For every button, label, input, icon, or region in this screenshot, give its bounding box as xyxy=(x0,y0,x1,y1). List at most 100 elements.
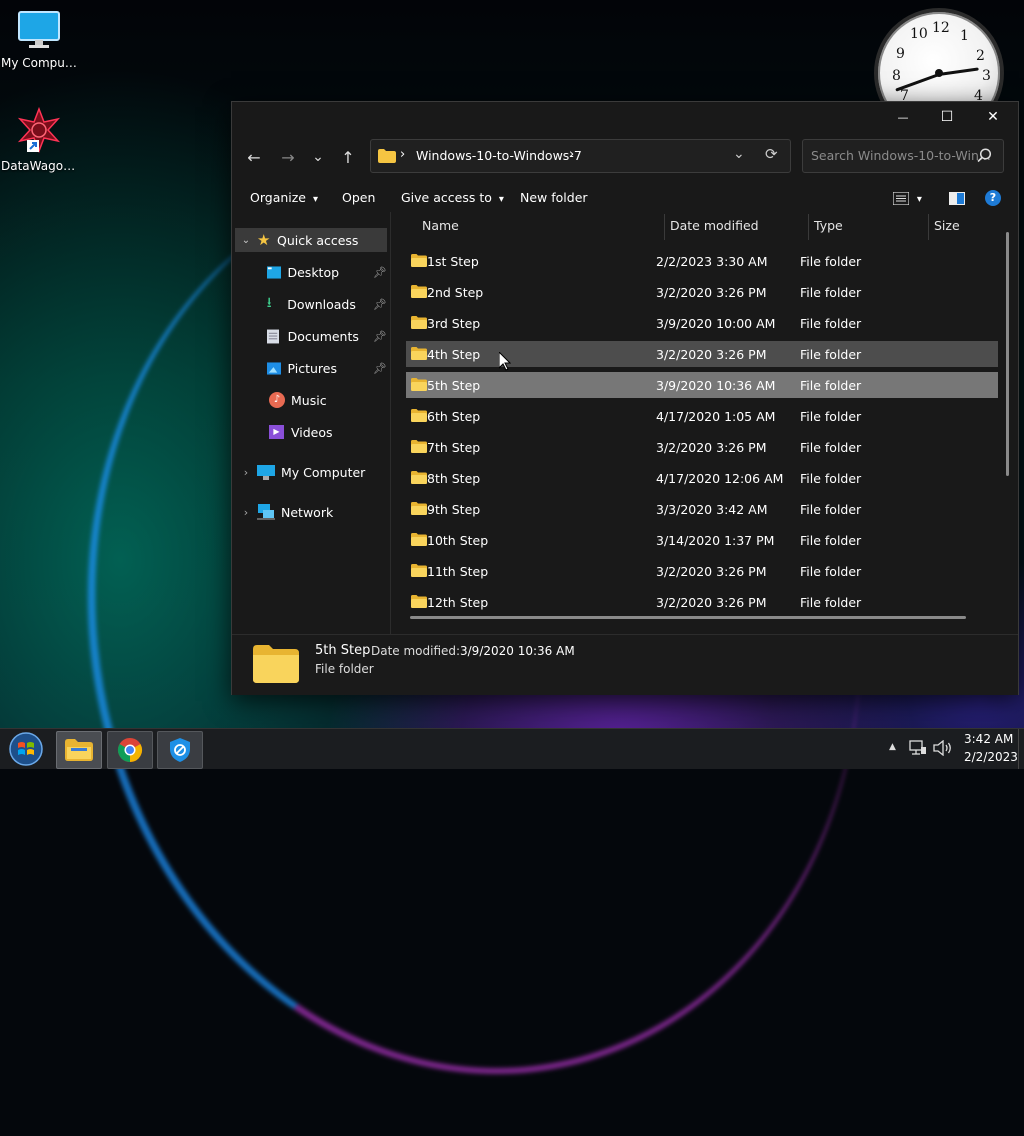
desktop-icon-my-computer[interactable]: My Computer xyxy=(1,10,77,70)
table-row[interactable]: 5th Step 3/9/2020 10:36 AM File folder xyxy=(406,372,998,398)
give-access-menu[interactable]: Give access to ▾ xyxy=(401,190,504,205)
row-name[interactable]: 2nd Step xyxy=(427,285,483,300)
row-name[interactable]: 1st Step xyxy=(427,254,479,269)
start-button[interactable] xyxy=(4,731,48,767)
network-status-icon[interactable] xyxy=(909,740,927,756)
taskbar-shield-app[interactable] xyxy=(157,731,203,769)
breadcrumb-separator[interactable]: › xyxy=(569,147,574,162)
clock-number: 3 xyxy=(982,68,991,84)
row-name[interactable]: 4th Step xyxy=(427,347,480,362)
clock-minute-hand xyxy=(938,67,979,76)
preview-pane-icon xyxy=(949,192,965,205)
sidebar-item-my-computer[interactable]: › My Computer xyxy=(235,460,387,484)
column-separator[interactable] xyxy=(808,214,809,240)
preview-pane-button[interactable] xyxy=(949,192,965,208)
row-name[interactable]: 10th Step xyxy=(427,533,488,548)
sidebar-item-documents[interactable]: Documents 📌︎ xyxy=(235,324,387,348)
taskbar-file-explorer[interactable] xyxy=(56,731,102,769)
row-name[interactable]: 7th Step xyxy=(427,440,480,455)
row-date-modified: 3/3/2020 3:42 AM xyxy=(656,502,768,517)
sidebar-item-quick-access[interactable]: ⌄ ★ Quick access xyxy=(235,228,387,252)
mouse-cursor-icon xyxy=(499,352,511,371)
address-dropdown-icon[interactable]: ⌄ xyxy=(733,146,745,162)
back-button[interactable]: ← xyxy=(242,146,266,168)
download-icon: ⭳ xyxy=(266,295,272,311)
sidebar-item-music[interactable]: ♪ Music xyxy=(235,388,387,412)
table-row[interactable]: 3rd Step 3/9/2020 10:00 AM File folder xyxy=(406,310,998,336)
sidebar-item-downloads[interactable]: ⭳ Downloads 📌︎ xyxy=(235,292,387,316)
horizontal-scrollbar[interactable] xyxy=(410,616,966,619)
folder-icon xyxy=(65,739,93,761)
column-separator[interactable] xyxy=(928,214,929,240)
open-button[interactable]: Open xyxy=(342,190,375,205)
row-type: File folder xyxy=(800,440,862,455)
row-name[interactable]: 9th Step xyxy=(427,502,480,517)
row-name[interactable]: 11th Step xyxy=(427,564,488,579)
maximize-button[interactable]: ☐ xyxy=(924,102,970,132)
table-row[interactable]: 8th Step 4/17/2020 12:06 AM File folder xyxy=(406,465,998,491)
help-icon[interactable]: ? xyxy=(985,190,1001,206)
table-row[interactable]: 6th Step 4/17/2020 1:05 AM File folder xyxy=(406,403,998,429)
row-name[interactable]: 12th Step xyxy=(427,595,488,610)
table-row[interactable]: 1st Step 2/2/2023 3:30 AM File folder xyxy=(406,248,998,274)
volume-icon[interactable] xyxy=(933,740,953,756)
column-header-date[interactable]: Date modified xyxy=(670,218,759,233)
table-row[interactable]: 2nd Step 3/2/2020 3:26 PM File folder xyxy=(406,279,998,305)
forward-button[interactable]: → xyxy=(276,146,300,168)
column-header-name[interactable]: Name xyxy=(422,218,459,233)
row-name[interactable]: 8th Step xyxy=(427,471,480,486)
row-name[interactable]: 3rd Step xyxy=(427,316,480,331)
chevron-down-icon: ⌄ xyxy=(312,149,324,165)
chevron-right-icon[interactable]: › xyxy=(235,466,257,479)
folder-icon xyxy=(411,378,427,391)
row-type: File folder xyxy=(800,347,862,362)
table-row[interactable]: 4th Step 3/2/2020 3:26 PM File folder xyxy=(406,341,998,367)
title-bar[interactable]: — ☐ ✕ xyxy=(232,102,1018,132)
new-folder-button[interactable]: New folder xyxy=(520,190,588,205)
column-header-type[interactable]: Type xyxy=(814,218,843,233)
table-row[interactable]: 12th Step 3/2/2020 3:26 PM File folder xyxy=(406,589,998,615)
chevron-right-icon[interactable]: › xyxy=(235,506,257,519)
minimize-button[interactable]: — xyxy=(880,102,926,132)
sidebar-item-pictures[interactable]: Pictures 📌︎ xyxy=(235,356,387,380)
sidebar-item-label: Videos xyxy=(291,424,333,440)
sidebar-item-desktop[interactable]: Desktop 📌︎ xyxy=(235,260,387,284)
sidebar-item-label: Desktop xyxy=(287,264,340,280)
up-button[interactable]: ↑ xyxy=(336,146,360,168)
row-name[interactable]: 5th Step xyxy=(427,378,480,393)
column-separator[interactable] xyxy=(664,214,665,240)
table-row[interactable]: 7th Step 3/2/2020 3:26 PM File folder xyxy=(406,434,998,460)
vertical-scrollbar[interactable] xyxy=(1006,232,1009,476)
address-bar[interactable]: › Windows-10-to-Windows-7 › ⌄ ⟳ xyxy=(370,139,791,173)
taskbar-chrome[interactable] xyxy=(107,731,153,769)
folder-icon xyxy=(411,254,427,267)
recent-locations-button[interactable]: ⌄ xyxy=(306,146,330,168)
column-header-size[interactable]: Size xyxy=(934,218,960,233)
search-box[interactable]: Search Windows-10-to-Win... xyxy=(802,139,1004,173)
close-button[interactable]: ✕ xyxy=(970,102,1016,132)
show-desktop-button[interactable] xyxy=(1018,729,1024,769)
breadcrumb-path[interactable]: Windows-10-to-Windows-7 xyxy=(416,148,582,163)
folder-icon xyxy=(411,440,427,453)
organize-menu[interactable]: Organize ▾ xyxy=(250,190,318,205)
row-name[interactable]: 6th Step xyxy=(427,409,480,424)
row-date-modified: 3/2/2020 3:26 PM xyxy=(656,564,767,579)
clock-center xyxy=(935,69,943,77)
view-options-button[interactable]: ▾ xyxy=(892,191,922,208)
taskbar-time[interactable]: 3:42 AM xyxy=(964,732,1013,746)
windows-start-icon xyxy=(9,732,43,766)
navigation-pane: ⌄ ★ Quick access Desktop 📌︎ ⭳ Downloads … xyxy=(232,212,391,634)
refresh-icon[interactable]: ⟳ xyxy=(765,145,778,163)
taskbar-date[interactable]: 2/2/2023 xyxy=(964,750,1018,764)
chevron-down-icon[interactable]: ⌄ xyxy=(235,235,257,246)
table-row[interactable]: 11th Step 3/2/2020 3:26 PM File folder xyxy=(406,558,998,584)
show-hidden-icons-button[interactable]: ▲ xyxy=(889,742,896,752)
sidebar-item-network[interactable]: › Network xyxy=(235,500,387,524)
pin-icon: 📌︎ xyxy=(373,265,387,279)
table-row[interactable]: 9th Step 3/3/2020 3:42 AM File folder xyxy=(406,496,998,522)
pin-icon: 📌︎ xyxy=(373,297,387,311)
desktop-icon-datawagon[interactable]: DataWagon... xyxy=(1,106,77,173)
sidebar-item-videos[interactable]: ▶ Videos xyxy=(235,420,387,444)
details-date-label: Date modified: xyxy=(371,644,461,658)
table-row[interactable]: 10th Step 3/14/2020 1:37 PM File folder xyxy=(406,527,998,553)
